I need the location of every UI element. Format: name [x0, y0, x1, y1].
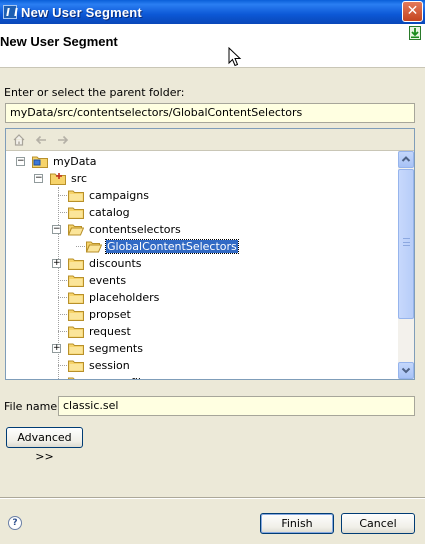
folder-icon [68, 292, 84, 304]
tree-item-label: userprofiles [88, 376, 154, 379]
file-name-label: File name: [4, 400, 61, 413]
scroll-grip-icon [403, 238, 410, 246]
tree-item[interactable]: request [68, 323, 132, 340]
folder-icon [68, 309, 84, 321]
cancel-button[interactable]: Cancel [341, 513, 415, 534]
tree-item-label: contentselectors [89, 223, 181, 236]
tree-scrollbar[interactable] [398, 151, 414, 379]
collapse-icon[interactable]: − [16, 157, 25, 166]
expand-icon[interactable]: + [52, 259, 61, 268]
tree-item-label: src [71, 172, 88, 185]
tree-item[interactable]: userprofiles [68, 374, 154, 379]
download-icon [409, 26, 421, 40]
tree-toolbar [6, 129, 414, 151]
tree-item-label: campaigns [89, 189, 149, 202]
home-icon[interactable] [12, 133, 26, 147]
tree-item-label: discounts [89, 257, 142, 270]
folder-icon [68, 190, 84, 202]
tree-item[interactable]: session [68, 357, 131, 374]
folder-tree[interactable]: − myData − src campaigns catalog − contentselec… [6, 151, 398, 379]
folder-icon [68, 275, 84, 287]
tree-item[interactable]: myData [32, 153, 98, 170]
app-icon [3, 5, 17, 19]
dialog-window: New User Segment ✕ New User Segment Ente… [0, 0, 425, 544]
chevron-up-icon [401, 156, 411, 162]
tree-item[interactable]: segments [68, 340, 144, 357]
tree-guide-line [58, 280, 67, 281]
folder-icon [68, 360, 84, 372]
collapse-icon[interactable]: − [34, 174, 43, 183]
parent-folder-label: Enter or select the parent folder: [4, 86, 185, 99]
mouse-pointer-icon [228, 47, 242, 67]
open-folder-icon [68, 224, 84, 236]
close-button[interactable]: ✕ [402, 1, 423, 22]
window-title: New User Segment [21, 4, 142, 20]
folder-tree-panel: − myData − src campaigns catalog − contentselec… [5, 128, 415, 380]
tree-item-label: segments [89, 342, 143, 355]
collapse-icon[interactable]: − [52, 225, 61, 234]
parent-folder-input[interactable]: myData/src/contentselectors/GlobalConten… [5, 103, 415, 123]
file-name-input[interactable]: classic.sel [58, 396, 415, 416]
tree-guide-line [58, 331, 67, 332]
folder-icon [68, 258, 84, 270]
source-folder-icon [50, 173, 66, 185]
tree-guide-line [58, 365, 67, 366]
page-title: New User Segment [0, 34, 118, 49]
tree-item-label: request [89, 325, 131, 338]
help-icon[interactable]: ? [8, 516, 22, 530]
tree-item-label: session [89, 359, 130, 372]
tree-item[interactable]: src [50, 170, 88, 187]
tree-guide-line [58, 297, 67, 298]
folder-icon [68, 326, 84, 338]
forward-arrow-icon[interactable] [56, 133, 70, 147]
tree-item-label: propset [89, 308, 131, 321]
tree-item-label: events [89, 274, 127, 287]
tree-guide-line [58, 212, 67, 213]
tree-item-label: myData [53, 155, 97, 168]
tree-item[interactable]: propset [68, 306, 132, 323]
tree-item-label: placeholders [89, 291, 160, 304]
tree-guide-line [76, 246, 85, 247]
tree-item[interactable]: placeholders [68, 289, 160, 306]
back-arrow-icon[interactable] [34, 133, 48, 147]
header-banner: New User Segment [0, 24, 425, 68]
project-folder-icon [32, 156, 48, 168]
chevron-down-icon [401, 367, 411, 374]
tree-guide-line [58, 195, 67, 196]
scroll-up-button[interactable] [398, 151, 414, 168]
tree-item-label: GlobalContentSelectors [105, 239, 239, 254]
finish-button[interactable]: Finish [260, 513, 334, 534]
title-bar[interactable]: New User Segment ✕ [0, 0, 425, 24]
scroll-down-button[interactable] [398, 362, 414, 379]
tree-item[interactable]: discounts [68, 255, 143, 272]
expand-icon[interactable]: + [52, 344, 61, 353]
tree-item[interactable]: GlobalContentSelectors [86, 238, 239, 255]
tree-item[interactable]: contentselectors [68, 221, 182, 238]
open-folder-icon [86, 241, 102, 253]
folder-icon [68, 343, 84, 355]
tree-guide-line [58, 314, 67, 315]
advanced-button[interactable]: Advanced >> [6, 427, 83, 463]
tree-item[interactable]: events [68, 272, 127, 289]
tree-item-label: catalog [89, 206, 130, 219]
scroll-thumb[interactable] [398, 169, 414, 319]
folder-icon [68, 207, 84, 219]
folder-icon [68, 377, 84, 379]
tree-item[interactable]: catalog [68, 204, 131, 221]
tree-item[interactable]: campaigns [68, 187, 150, 204]
footer-separator [0, 497, 425, 499]
